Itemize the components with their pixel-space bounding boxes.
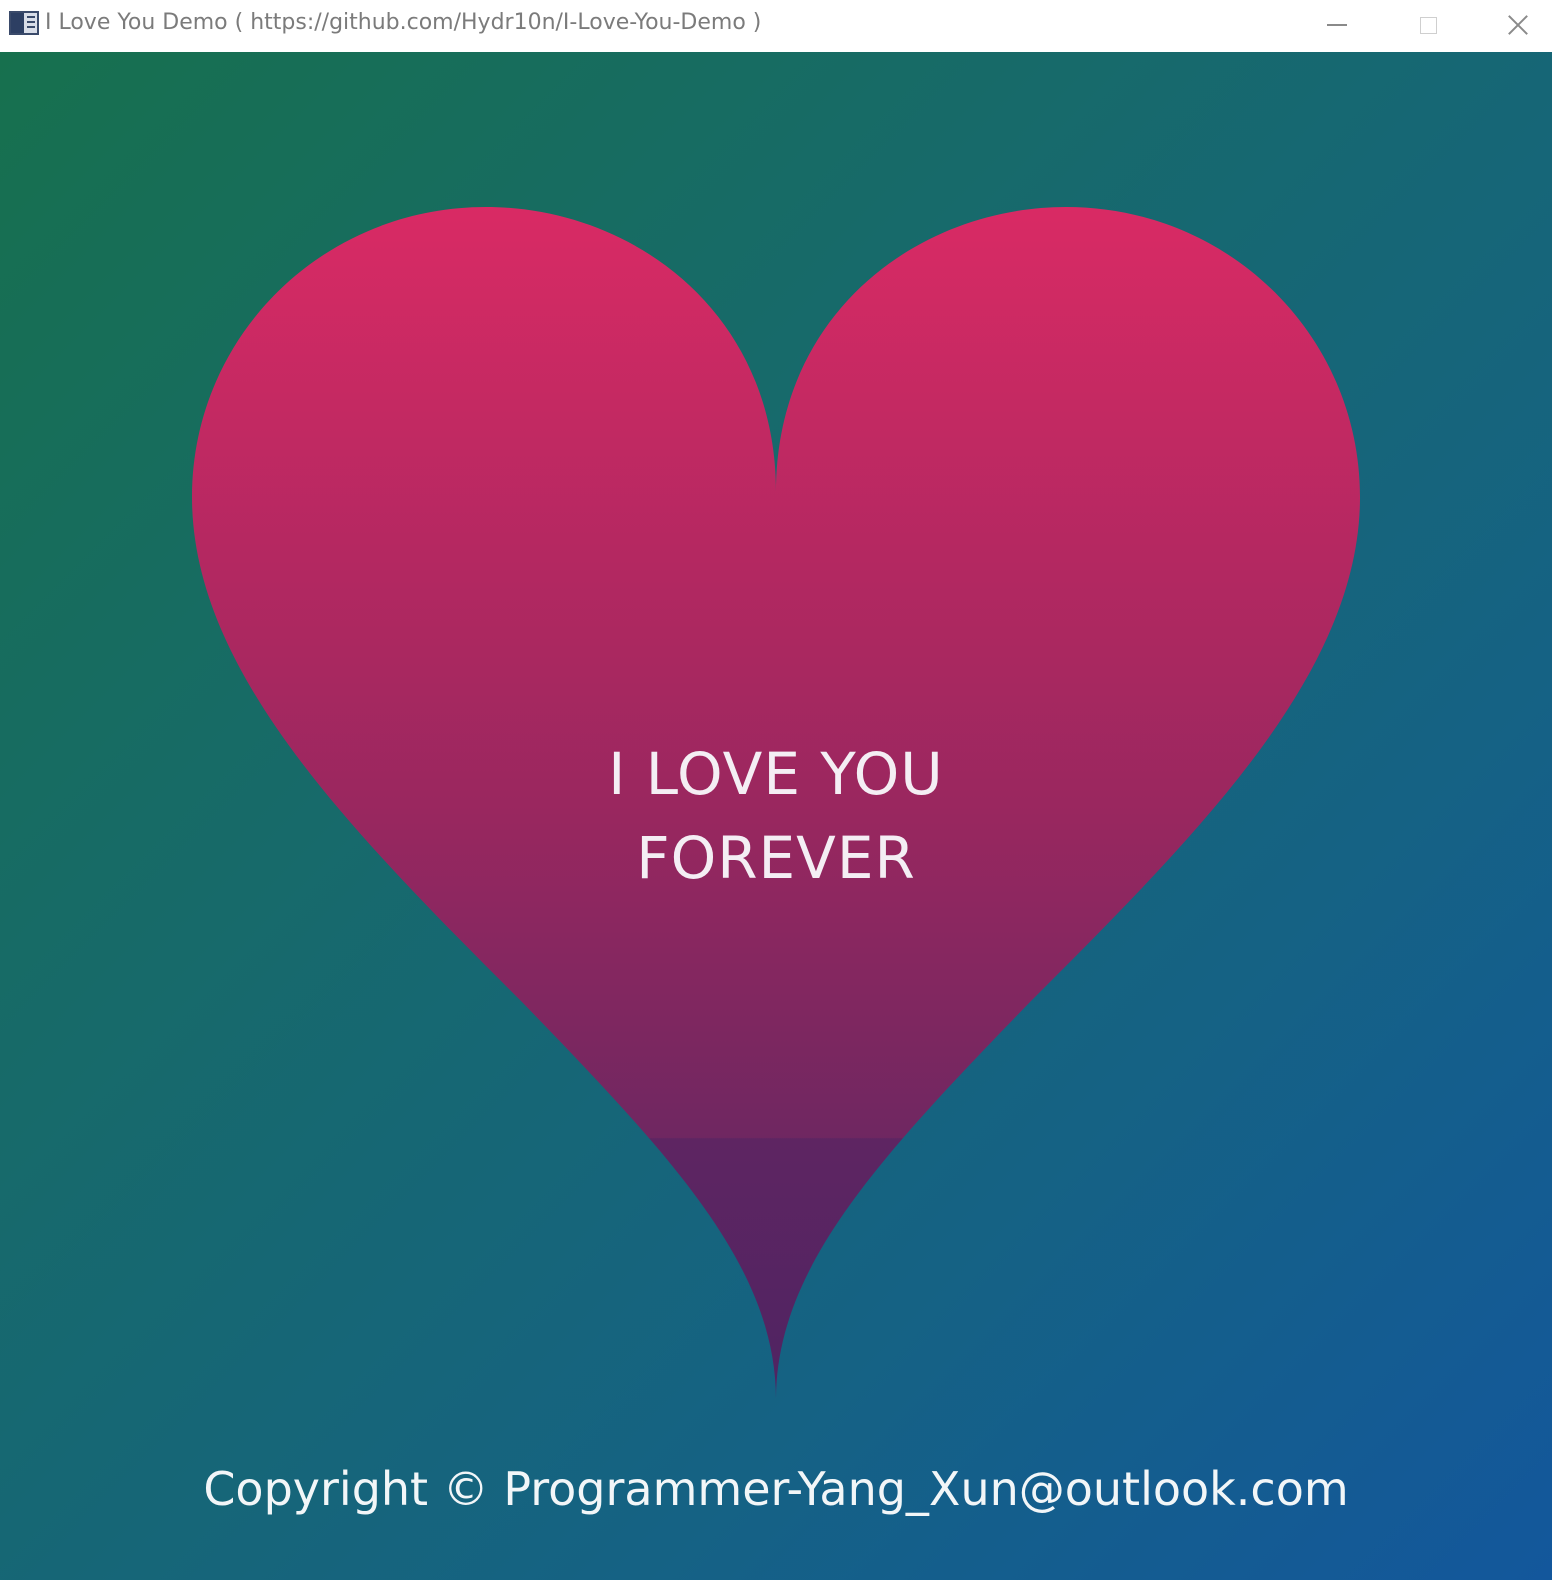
window-border <box>1552 52 1564 1580</box>
maximize-icon <box>1419 16 1437 34</box>
maximize-button[interactable] <box>1382 0 1474 50</box>
canvas-area: I LOVE YOU FOREVER Copyright © Programme… <box>0 52 1552 1580</box>
minimize-button[interactable] <box>1291 0 1383 50</box>
message-line-1: I LOVE YOU <box>608 740 944 808</box>
close-button[interactable] <box>1472 0 1564 50</box>
app-icon[interactable] <box>9 11 39 35</box>
message-line-2: FOREVER <box>636 824 916 892</box>
minimize-icon <box>1327 24 1347 26</box>
copyright-text: Copyright © Programmer-Yang_Xun@outlook.… <box>203 1462 1349 1516</box>
app-window: I Love You Demo ( https://github.com/Hyd… <box>0 0 1564 1580</box>
window-title: I Love You Demo ( https://github.com/Hyd… <box>45 10 762 35</box>
title-bar[interactable]: I Love You Demo ( https://github.com/Hyd… <box>0 0 1564 52</box>
close-icon <box>1507 14 1529 36</box>
love-message: I LOVE YOU FOREVER <box>476 732 1076 900</box>
